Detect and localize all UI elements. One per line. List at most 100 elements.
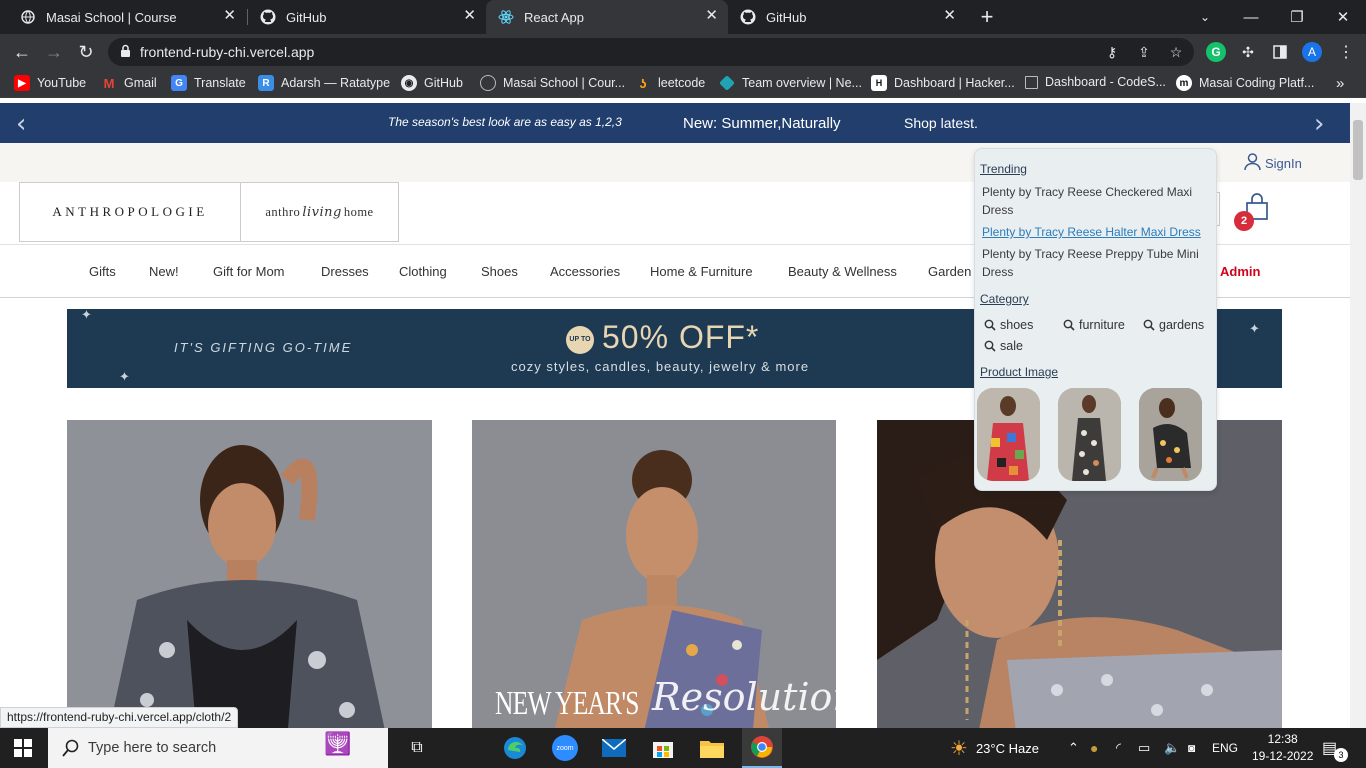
bookmark-leetcode[interactable]: ʖ leetcode	[635, 75, 705, 91]
promo-prev-icon[interactable]: ‹	[16, 109, 26, 139]
promo-text-right[interactable]: Shop latest.	[904, 115, 978, 131]
nav-new[interactable]: New!	[149, 264, 179, 279]
reload-icon[interactable]: ↻	[74, 41, 98, 63]
nav-beauty-wellness[interactable]: Beauty & Wellness	[788, 264, 897, 279]
promo-text-center[interactable]: New: Summer,Naturally	[683, 115, 841, 132]
bookmark-star-icon[interactable]: ☆	[1166, 42, 1186, 62]
file-explorer-icon[interactable]	[697, 734, 727, 762]
menu-kebab-icon[interactable]: ⋮	[1336, 42, 1356, 62]
nav-home-furniture[interactable]: Home & Furniture	[650, 264, 753, 279]
bookmark-github[interactable]: ◉ GitHub	[401, 75, 463, 91]
forward-arrow-icon[interactable]: →	[42, 41, 66, 63]
bookmark-masai-school[interactable]: Masai School | Cour...	[480, 75, 625, 91]
product-thumbnail[interactable]	[977, 388, 1040, 481]
nav-shoes[interactable]: Shoes	[481, 264, 518, 279]
nav-accessories[interactable]: Accessories	[550, 264, 620, 279]
github-icon: ◉	[401, 75, 417, 91]
banner-badge: UP TO	[566, 326, 594, 354]
profile-avatar[interactable]: A	[1302, 42, 1322, 62]
edge-icon[interactable]	[500, 734, 530, 762]
restore-icon[interactable]: ❐	[1274, 0, 1320, 34]
wifi-icon[interactable]: ◜	[1116, 728, 1121, 768]
tab-github-2[interactable]: GitHub ✕	[728, 0, 966, 34]
store-icon[interactable]	[648, 734, 678, 762]
tray-chevron-icon[interactable]: ⌃	[1068, 728, 1079, 768]
promo-next-icon[interactable]: ›	[1314, 109, 1324, 139]
product-thumbnail[interactable]	[1139, 388, 1202, 481]
extensions-puzzle-icon[interactable]: ✣	[1238, 42, 1258, 62]
trending-item[interactable]: Plenty by Tracy Reese Preppy Tube Mini D…	[982, 245, 1204, 281]
tab-masai-school[interactable]: Masai School | Course ✕	[8, 0, 246, 34]
trending-item[interactable]: Plenty by Tracy Reese Checkered Maxi Dre…	[982, 183, 1204, 219]
volume-icon[interactable]: 🔈	[1164, 728, 1180, 768]
bookmark-team-overview[interactable]: Team overview | Ne...	[719, 75, 862, 91]
minimize-icon[interactable]: —	[1228, 0, 1274, 34]
tray-app-icon[interactable]: ●	[1090, 728, 1098, 768]
product-image-1[interactable]	[67, 420, 432, 728]
clock[interactable]: 12:38 19-12-2022	[1252, 728, 1313, 768]
language-indicator[interactable]: ENG	[1212, 728, 1238, 768]
tab-title: React App	[524, 9, 584, 25]
key-icon[interactable]: ⚷	[1102, 42, 1122, 62]
windows-start-icon[interactable]	[8, 734, 38, 762]
share-icon[interactable]: ⇪	[1134, 42, 1154, 62]
notifications-button[interactable]: ▤ 3	[1322, 728, 1348, 768]
nav-dresses[interactable]: Dresses	[321, 264, 369, 279]
task-view-icon[interactable]: ⧉	[402, 734, 432, 762]
address-bar[interactable]: frontend-ruby-chi.vercel.app	[108, 38, 1194, 66]
close-icon[interactable]: ✕	[463, 8, 476, 24]
category-gardens[interactable]: gardens	[1143, 318, 1204, 332]
scrollbar-thumb[interactable]	[1353, 120, 1363, 180]
zoom-icon[interactable]: zoom	[550, 734, 580, 762]
nav-gifts[interactable]: Gifts	[89, 264, 116, 279]
lock-icon[interactable]	[120, 44, 131, 61]
bookmark-codesignal[interactable]: Dashboard - CodeS...	[1025, 75, 1166, 89]
more-bookmarks-icon[interactable]: »	[1336, 75, 1344, 92]
category-shoes[interactable]: shoes	[984, 318, 1033, 332]
anthro-living-logo[interactable]: anthro living home	[240, 182, 399, 242]
battery-icon[interactable]: ▭	[1138, 728, 1150, 768]
page-scrollbar[interactable]	[1350, 103, 1366, 728]
tab-search-icon[interactable]: ⌄	[1182, 0, 1228, 34]
side-panel-icon[interactable]	[1270, 42, 1290, 62]
bookmark-hackerrank[interactable]: H Dashboard | Hacker...	[871, 75, 1015, 91]
anthropologie-logo[interactable]: ANTHROPOLOGIE	[19, 182, 241, 242]
trending-item[interactable]: Plenty by Tracy Reese Halter Maxi Dress	[982, 223, 1204, 241]
nav-gift-for-mom[interactable]: Gift for Mom	[213, 264, 285, 279]
bookmark-masai-coding[interactable]: m Masai Coding Platf...	[1176, 75, 1314, 91]
nav-clothing[interactable]: Clothing	[399, 264, 447, 279]
mail-icon[interactable]	[599, 734, 629, 762]
new-tab-button[interactable]: +	[964, 0, 1010, 34]
signin-link[interactable]: SignIn	[1244, 153, 1302, 174]
promo-text-left[interactable]: The season's best look are as easy as 1,…	[388, 115, 622, 129]
window-close-icon[interactable]: ✕	[1320, 0, 1366, 34]
chrome-icon[interactable]	[742, 728, 782, 768]
globe-icon	[20, 9, 36, 25]
nav-admin[interactable]: Admin	[1220, 264, 1260, 279]
close-icon[interactable]: ✕	[943, 8, 956, 24]
logo-part: living	[302, 204, 342, 220]
tab-react-app[interactable]: React App ✕	[486, 0, 728, 34]
meet-now-icon[interactable]: ◙	[1188, 728, 1195, 768]
back-arrow-icon[interactable]: ←	[10, 41, 34, 63]
grammarly-icon[interactable]: G	[1206, 42, 1226, 62]
bookmark-ratatype[interactable]: R Adarsh — Ratatype	[258, 75, 390, 91]
product-thumbnail[interactable]	[1058, 388, 1121, 481]
clock-time: 12:38	[1267, 732, 1298, 746]
sparkle-icon: ✦	[1249, 321, 1260, 336]
bookmark-label: Dashboard - CodeS...	[1045, 75, 1166, 89]
banner-left-text: IT'S GIFTING GO-TIME	[174, 340, 353, 355]
product-image-2[interactable]: NEW YEAR'S Resolutions	[472, 420, 836, 728]
weather-widget[interactable]: ☀ 23°C Haze	[950, 728, 1039, 768]
bookmark-youtube[interactable]: ▶ YouTube	[14, 75, 86, 91]
close-icon[interactable]: ✕	[223, 8, 236, 24]
category-furniture[interactable]: furniture	[1063, 318, 1125, 332]
bookmark-gmail[interactable]: M Gmail	[101, 75, 157, 91]
gmail-icon: M	[103, 75, 115, 91]
tab-github[interactable]: GitHub ✕	[248, 0, 486, 34]
taskbar-search-input[interactable]: Type here to search 🕎	[48, 728, 388, 768]
category-sale[interactable]: sale	[984, 339, 1023, 353]
close-icon[interactable]: ✕	[705, 8, 718, 24]
bookmark-translate[interactable]: G Translate	[171, 75, 246, 91]
nav-garden[interactable]: Garden	[928, 264, 971, 279]
